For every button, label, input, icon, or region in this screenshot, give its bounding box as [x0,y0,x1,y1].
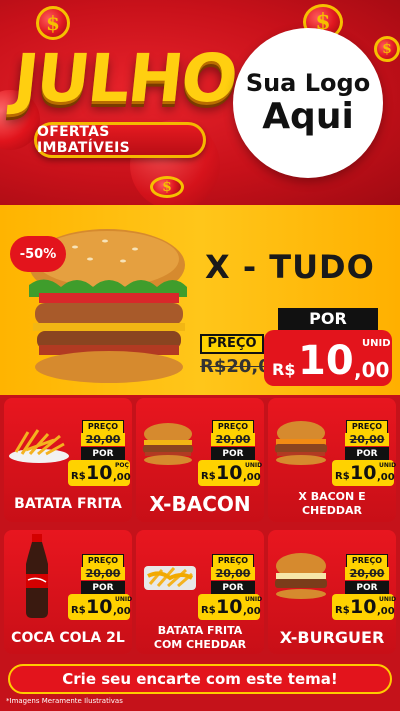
price-unit: UNID [362,338,391,349]
price-unit: UNID [379,596,397,603]
old-price: R$20,00 [200,356,284,377]
fries-image [9,429,69,463]
price-decimal: ,00 [377,606,395,617]
price-currency: R$ [335,605,350,616]
preco-label: PREÇO [200,334,264,354]
product-card-x-burguer: PREÇO 20,00 POR R$ 10 UNID ,00 X-BURGUER [268,530,396,654]
old-price: 20,00 [211,567,255,580]
featured-price: R$ 10 UNID ,00 [264,330,392,386]
old-price: 20,00 [81,433,125,446]
logo-line1: Sua Logo [245,69,371,97]
cheddar-fries-image [144,566,196,590]
burger-image [143,423,193,465]
preco-label: PREÇO [82,554,124,568]
por-label: POR [211,581,255,595]
preco-label: PREÇO [212,554,254,568]
price-decimal: ,00 [113,472,131,483]
price-currency: R$ [335,471,350,482]
price-currency: R$ [272,360,296,379]
price-unit: POÇ [115,462,129,469]
old-price: 20,00 [81,567,125,580]
discount-badge: -50% [10,236,66,272]
por-label: POR [81,581,125,595]
price-unit: UNID [245,596,263,603]
price-unit: UNID [245,462,263,469]
por-label: POR [345,581,389,595]
price-unit: UNID [115,596,133,603]
por-label: POR [278,308,378,330]
product-card-x-bacon-cheddar: PREÇO 20,00 POR R$ 10 UNID ,00 X BACON E… [268,398,396,522]
old-price: 20,00 [345,567,389,580]
cta-button[interactable]: Crie seu encarte com este tema! [8,664,392,694]
price-decimal: ,00 [243,606,261,617]
product-price: R$ 10 UNID ,00 [332,594,397,620]
product-name: COCA COLA 2L [11,630,125,646]
price-decimal: ,00 [113,606,131,617]
price-unit: UNID [379,462,397,469]
product-name: BATATA FRITA COM CHEDDAR [153,624,247,651]
por-label: POR [81,447,125,461]
product-card-x-bacon: PREÇO 20,00 POR R$ 10 UNID ,00 X-BACON [136,398,264,522]
product-price: R$ 10 UNID ,00 [68,594,133,620]
burger-image [275,421,327,465]
hero-subtitle: OFERTAS IMBATÍVEIS [34,122,206,158]
preco-label: PREÇO [346,420,388,434]
soda-bottle-image [26,534,48,618]
product-card-batata-frita: PREÇO 20,00 POR R$ 10 POÇ ,00 BATATA FRI… [4,398,132,522]
dollar-coin-icon: $ [150,176,184,198]
preco-label: PREÇO [212,420,254,434]
product-price: R$ 10 UNID ,00 [198,594,263,620]
product-name: X-BACON [149,492,251,516]
product-name: X-BURGUER [279,628,385,647]
disclaimer: *Imagens Meramente Ilustrativas [6,697,123,705]
price-currency: R$ [201,471,216,482]
product-card-batata-cheddar: PREÇO 20,00 POR R$ 10 UNID ,00 BATATA FR… [136,530,264,654]
hero-title: JULHO [9,40,240,117]
price-decimal: ,00 [377,472,395,483]
logo-line2: Aqui [262,96,354,137]
price-currency: R$ [71,605,86,616]
product-name: BATATA FRITA [14,496,122,512]
burger-image [275,553,327,599]
dollar-coin-icon: $ [374,36,400,62]
price-decimal: ,00 [243,472,261,483]
por-label: POR [345,447,389,461]
price-integer: 10 [86,462,113,484]
product-card-coca-cola: PREÇO 20,00 POR R$ 10 UNID ,00 COCA COLA… [4,530,132,654]
price-integer: 10 [350,462,377,484]
old-price: 20,00 [345,433,389,446]
old-price: 20,00 [211,433,255,446]
product-name: X BACON E CHEDDAR [298,490,366,517]
hero-banner: $ $ $ $ JULHO OFERTAS IMBATÍVEIS Sua Log… [0,0,400,205]
price-integer: 10 [298,338,354,384]
price-integer: 10 [86,596,113,618]
price-integer: 10 [216,462,243,484]
preco-label: PREÇO [346,554,388,568]
dollar-coin-icon: $ [36,6,70,40]
preco-label: PREÇO [82,420,124,434]
product-price: R$ 10 UNID ,00 [198,460,263,486]
price-integer: 10 [350,596,377,618]
product-price: R$ 10 UNID ,00 [332,460,397,486]
logo-placeholder: Sua Logo Aqui [233,28,383,178]
price-decimal: ,00 [354,358,390,382]
product-price: R$ 10 POÇ ,00 [68,460,131,486]
price-currency: R$ [71,471,86,482]
featured-old-price-tag: PREÇO R$20,00 [200,334,284,380]
featured-product-name: X - TUDO [205,248,375,286]
price-currency: R$ [201,605,216,616]
price-integer: 10 [216,596,243,618]
por-label: POR [211,447,255,461]
